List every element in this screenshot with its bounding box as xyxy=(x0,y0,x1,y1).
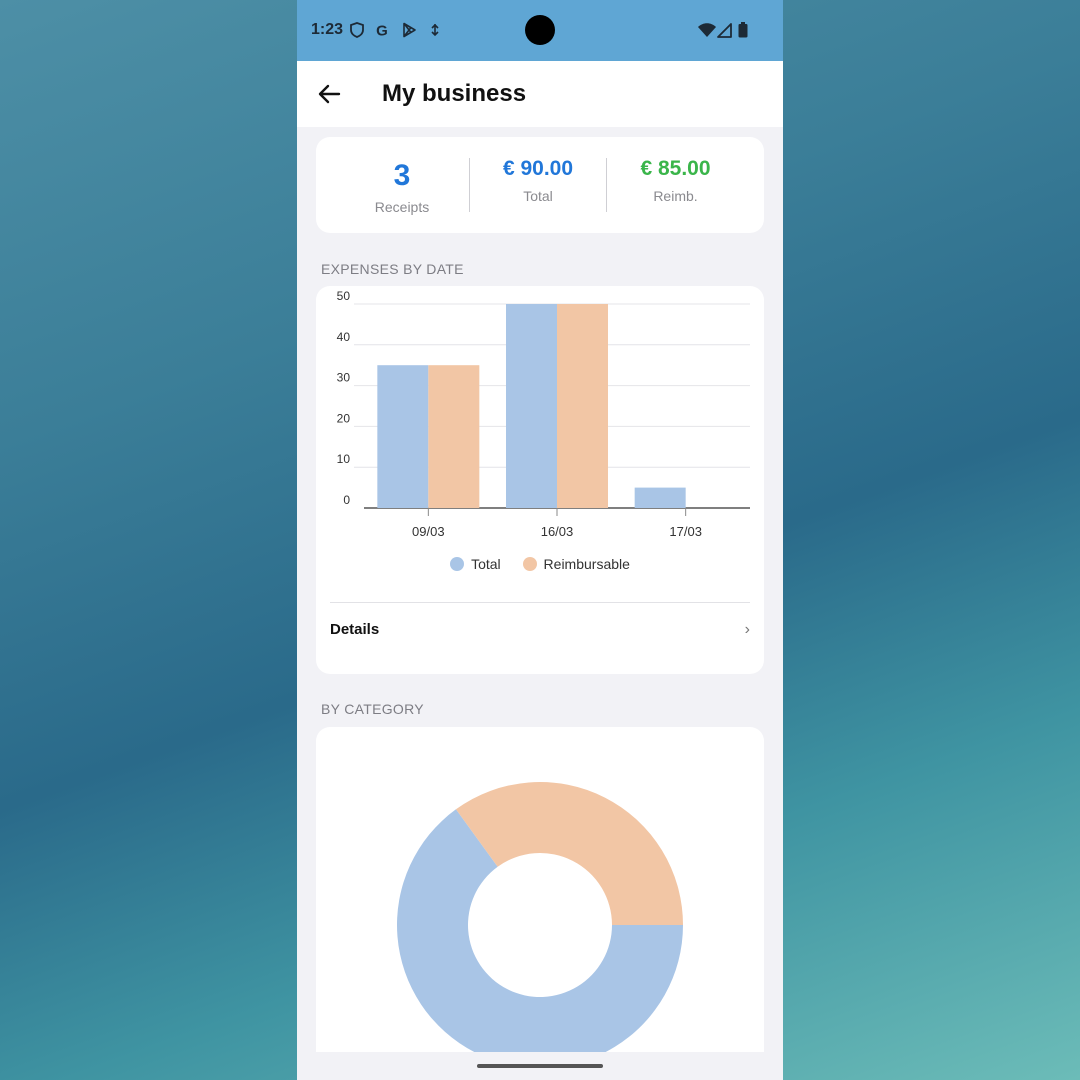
donut-slice xyxy=(455,782,683,925)
bar-total xyxy=(506,304,557,508)
y-tick-label: 0 xyxy=(343,493,350,507)
receipts-count: 3 xyxy=(393,159,411,192)
legend-swatch-reimbursable xyxy=(522,557,537,571)
play-store-icon xyxy=(403,22,416,38)
details-label: Details xyxy=(330,621,380,638)
y-tick-label: 40 xyxy=(337,330,351,344)
reimb-label: Reimb. xyxy=(653,188,698,204)
x-tick-label: 16/03 xyxy=(541,524,574,539)
receipts-stat: 3 Receipts xyxy=(316,137,488,233)
bar-reimbursable xyxy=(557,304,608,508)
legend-item-reimbursable: Reimbursable xyxy=(522,556,630,572)
receipts-label: Receipts xyxy=(374,199,430,215)
google-icon: G xyxy=(376,23,388,39)
phone-screen: 1:23 G My business 3 Receipts € 90.00 To… xyxy=(297,0,783,1080)
bar-reimbursable xyxy=(428,365,480,508)
expenses-chart-card: 0 10 20 30 40 50 09/03 16/03 17/03 Total Reimbur… xyxy=(316,286,764,674)
legend-label-total: Total xyxy=(471,556,501,572)
x-tick-label: 17/03 xyxy=(669,524,702,539)
app-bar: My business xyxy=(297,61,783,127)
bar-total xyxy=(634,487,686,508)
wifi-icon xyxy=(698,23,716,37)
category-chart-card xyxy=(316,727,764,1052)
battery-icon xyxy=(738,22,748,38)
signal-icon xyxy=(717,23,732,38)
legend-item-total: Total xyxy=(450,556,501,572)
y-tick-label: 20 xyxy=(337,411,351,425)
reimb-amount: € 85.00 xyxy=(640,157,711,180)
x-tick-label: 09/03 xyxy=(412,524,445,539)
by-category-header: BY CATEGORY xyxy=(321,701,424,717)
page-title: My business xyxy=(382,80,527,107)
shield-icon xyxy=(350,22,364,38)
total-label: Total xyxy=(523,188,553,204)
y-tick-label: 10 xyxy=(337,452,351,466)
bar-total xyxy=(377,365,429,508)
arrow-left-icon[interactable] xyxy=(315,79,345,109)
status-time: 1:23 xyxy=(311,21,344,38)
expenses-by-date-header: EXPENSES BY DATE xyxy=(321,261,464,277)
total-stat: € 90.00 Total xyxy=(470,137,606,233)
legend-swatch-total xyxy=(450,557,465,571)
y-tick-label: 50 xyxy=(337,289,351,303)
summary-card: 3 Receipts € 90.00 Total € 85.00 Reimb. xyxy=(316,137,764,233)
total-amount: € 90.00 xyxy=(502,157,574,180)
expenses-bar-chart: 0 10 20 30 40 50 09/03 16/03 17/03 xyxy=(337,289,750,539)
category-donut-chart xyxy=(397,782,683,1052)
chevron-right-icon: › xyxy=(744,621,750,638)
front-camera xyxy=(525,15,555,45)
legend-label-reimbursable: Reimbursable xyxy=(543,556,630,572)
status-bar: 1:23 G xyxy=(297,0,783,61)
chart-legend: Total Reimbursable xyxy=(316,556,764,572)
y-tick-label: 30 xyxy=(337,371,351,385)
home-indicator[interactable] xyxy=(477,1064,603,1068)
details-row[interactable]: Details › xyxy=(330,603,750,663)
usb-icon xyxy=(431,23,439,37)
reimb-stat: € 85.00 Reimb. xyxy=(607,137,744,233)
svg-text:G: G xyxy=(376,23,388,39)
